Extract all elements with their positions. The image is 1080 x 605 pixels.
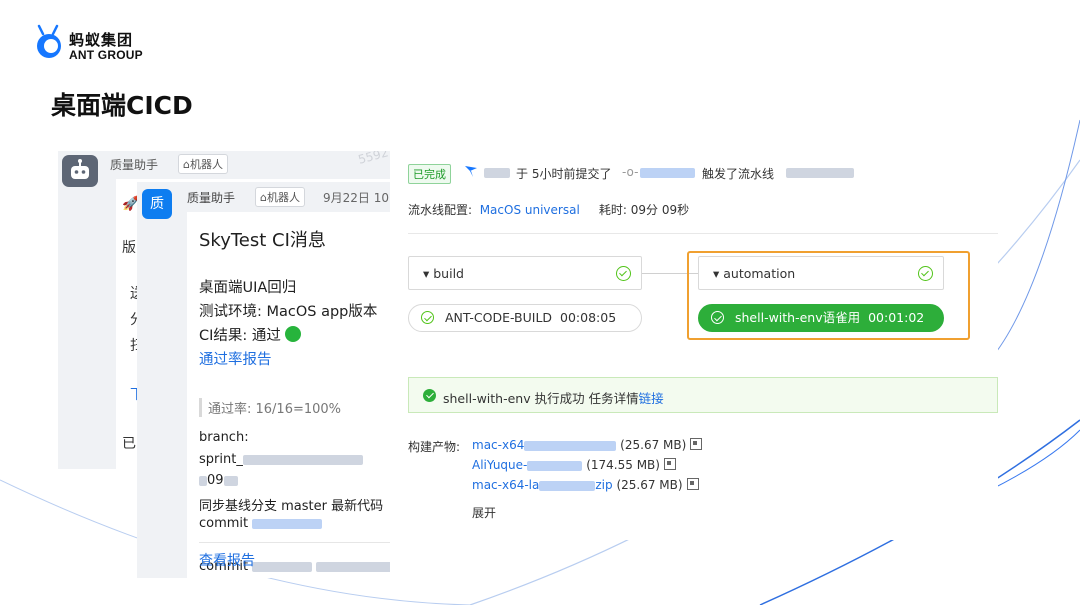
page-title: 桌面端CICD bbox=[51, 91, 193, 120]
task-detail-link[interactable]: 链接 bbox=[639, 391, 664, 406]
ci-result-line: CI结果: 通过 bbox=[199, 324, 301, 345]
commit-time-text: 于 5小时前提交了 bbox=[516, 167, 612, 181]
banner-text: shell-with-env 执行成功 任务详情 bbox=[443, 391, 639, 406]
redacted-text bbox=[199, 475, 207, 486]
text-fragment: 已 bbox=[122, 436, 136, 452]
artifact-item: mac-x64 (25.67 MB) bbox=[472, 438, 703, 452]
redacted-text bbox=[242, 454, 363, 465]
pipeline-panel: 已完成 于 5小时前提交了 -o- 触发了流水线 流水线配置: MacOS un… bbox=[400, 150, 998, 540]
stage-build[interactable]: ▾ build bbox=[408, 256, 642, 290]
ant-logo-icon bbox=[37, 24, 61, 58]
artifact-ext: zip bbox=[595, 478, 613, 492]
config-value-link[interactable]: MacOS universal bbox=[480, 203, 580, 217]
bot-tag: ⌂机器人 bbox=[178, 154, 228, 174]
qrcode-icon[interactable] bbox=[690, 438, 703, 450]
banner-message: shell-with-env 执行成功 任务详情链接 bbox=[443, 388, 664, 407]
logo-text-cn: 蚂蚁集团 bbox=[69, 31, 134, 49]
redacted-text bbox=[524, 440, 617, 451]
message-date: 9月22日 10 bbox=[323, 191, 389, 205]
highlight-box bbox=[687, 251, 970, 340]
logo-text-en: ANT GROUP bbox=[69, 48, 143, 62]
pass-status-icon bbox=[284, 326, 301, 342]
redacted-text bbox=[223, 475, 238, 486]
artifact-name: AliYuque- bbox=[472, 458, 528, 472]
success-check-icon bbox=[423, 389, 436, 402]
ci-message-card: SkyTest CI消息 桌面端UIA回归 测试环境: MacOS app版本 … bbox=[187, 212, 390, 578]
redacted-text bbox=[539, 480, 596, 491]
pipeline-config: 流水线配置: MacOS universal 耗时: 09分 09秒 bbox=[408, 201, 689, 218]
redacted-pipeline-name bbox=[786, 168, 854, 178]
artifact-item: mac-x64-la zip (25.67 MB) bbox=[472, 478, 699, 492]
artifact-name: mac-x64 bbox=[472, 438, 525, 452]
redacted-text bbox=[252, 561, 313, 572]
watermark: 5592 bbox=[356, 151, 390, 167]
sender-name: 质量助手 bbox=[187, 191, 236, 205]
stage-build-label: ▾ build bbox=[423, 266, 464, 281]
divider bbox=[408, 233, 998, 234]
trigger-text: 触发了流水线 bbox=[702, 167, 775, 181]
job-ant-code-build[interactable]: ANT-CODE-BUILD 00:08:05 bbox=[408, 304, 642, 332]
qrcode-icon[interactable] bbox=[686, 478, 699, 490]
text-fragment: 版 bbox=[122, 240, 136, 256]
redacted-text bbox=[316, 561, 390, 572]
commit-label: commit bbox=[199, 516, 249, 531]
artifact-link[interactable]: AliYuque- bbox=[472, 458, 583, 472]
bot-avatar bbox=[62, 155, 98, 187]
commit-icon: -o- bbox=[622, 165, 639, 179]
pipeline-logo-icon bbox=[465, 166, 477, 177]
job-name: ANT-CODE-BUILD bbox=[445, 310, 553, 325]
redacted-commit-link[interactable] bbox=[640, 168, 695, 178]
artifact-size: (25.67 MB) bbox=[620, 438, 687, 452]
artifact-size: (174.55 MB) bbox=[586, 458, 660, 472]
ant-group-logo: 蚂蚁集团 ANT GROUP bbox=[34, 22, 164, 64]
duration-value: 09分 09秒 bbox=[630, 203, 690, 217]
qrcode-icon[interactable] bbox=[663, 458, 676, 470]
branch-value: sprint_ bbox=[199, 452, 363, 467]
pass-rate-report-link[interactable]: 通过率报告 bbox=[199, 348, 272, 369]
redacted-text bbox=[527, 460, 583, 471]
duration-label: 耗时: bbox=[598, 203, 627, 217]
redacted-commit-link[interactable] bbox=[252, 518, 323, 529]
divider bbox=[199, 542, 390, 543]
status-badge: 已完成 bbox=[408, 164, 451, 184]
artifact-link[interactable]: mac-x64-la zip bbox=[472, 478, 613, 492]
branch-tail: 09 bbox=[199, 473, 238, 488]
check-circle-icon bbox=[616, 266, 631, 281]
artifact-link[interactable]: mac-x64 bbox=[472, 438, 617, 452]
branch-name: sprint_ bbox=[199, 452, 243, 467]
view-report-link[interactable]: 查看报告 bbox=[199, 550, 255, 570]
artifact-name: mac-x64-la bbox=[472, 478, 540, 492]
artifacts-label: 构建产物: bbox=[408, 440, 461, 454]
artifact-item: AliYuque- (174.55 MB) bbox=[472, 458, 676, 472]
sender-name: 质量助手 bbox=[110, 158, 159, 172]
message-line: 桌面端UIA回归 bbox=[199, 280, 297, 296]
message-line: 测试环境: MacOS app版本 bbox=[199, 304, 378, 320]
ci-result-text: CI结果: 通过 bbox=[199, 328, 281, 344]
artifact-size: (25.67 MB) bbox=[616, 478, 683, 492]
commit-line: commit bbox=[199, 516, 323, 531]
bot-tag-label: 机器人 bbox=[189, 158, 223, 171]
branch-label: branch: bbox=[199, 430, 249, 445]
stage-name: build bbox=[433, 266, 464, 281]
message-title: SkyTest CI消息 bbox=[199, 230, 326, 251]
chat-window-front: 质 质量助手 ⌂机器人 9月22日 10 SkyTest CI消息 桌面端UIA… bbox=[137, 182, 390, 578]
config-label: 流水线配置: bbox=[408, 203, 473, 217]
bot-tag: ⌂机器人 bbox=[255, 187, 305, 207]
job-time: 00:08:05 bbox=[560, 310, 617, 325]
robot-icon bbox=[71, 159, 89, 179]
expand-button[interactable]: 展开 bbox=[472, 504, 496, 521]
pass-rate-quote: 通过率: 16/16=100% bbox=[199, 398, 341, 417]
quality-assistant-avatar: 质 bbox=[142, 189, 172, 219]
branch-tail-text: 09 bbox=[207, 473, 224, 488]
job-label: ANT-CODE-BUILD 00:08:05 bbox=[445, 305, 616, 331]
success-banner: shell-with-env 执行成功 任务详情链接 bbox=[408, 377, 998, 413]
check-circle-icon bbox=[421, 311, 434, 324]
redacted-user bbox=[484, 168, 510, 178]
bot-tag-label: 机器人 bbox=[266, 191, 300, 204]
sync-line: 同步基线分支 master 最新代码 bbox=[199, 499, 384, 514]
